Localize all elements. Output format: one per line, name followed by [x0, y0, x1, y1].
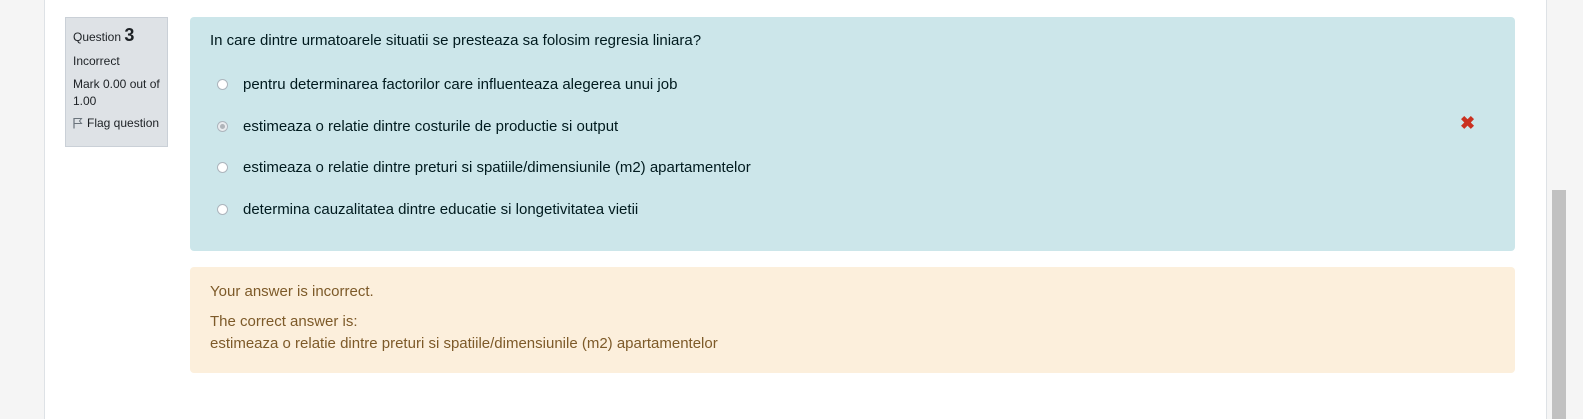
radio-button[interactable]: [217, 162, 228, 173]
answer-option-label: pentru determinarea factorilor care infl…: [243, 76, 678, 93]
question-number: Question 3: [73, 25, 160, 46]
scrollbar-thumb[interactable]: [1552, 190, 1566, 419]
answer-option-2[interactable]: estimeaza o relatie dintre costurile de …: [217, 118, 618, 135]
feedback-text: Your answer is incorrect.: [210, 283, 374, 300]
answer-option-label: estimeaza o relatie dintre preturi si sp…: [243, 159, 751, 176]
question-state: Incorrect: [73, 54, 120, 68]
radio-button-selected[interactable]: [217, 121, 228, 132]
flag-icon: [73, 118, 83, 129]
answer-option-3[interactable]: estimeaza o relatie dintre preturi si sp…: [217, 159, 751, 176]
answer-feedback: Your answer is incorrect. The correct an…: [190, 267, 1515, 373]
question-formulation: In care dintre urmatoarele situatii se p…: [190, 17, 1515, 251]
incorrect-icon: ✖: [1460, 113, 1476, 133]
radio-button[interactable]: [217, 204, 228, 215]
grade-line-1: Mark 0.00 out of: [73, 77, 160, 91]
correct-answer-label: The correct answer is:: [210, 313, 358, 330]
grade-line-2: 1.00: [73, 94, 97, 108]
answer-option-label: estimeaza o relatie dintre costurile de …: [243, 118, 619, 135]
flag-question-link[interactable]: Flag question: [73, 116, 160, 130]
question-label: Question: [73, 30, 122, 44]
question-text: In care dintre urmatoarele situatii se p…: [210, 32, 702, 49]
radio-button[interactable]: [217, 79, 228, 90]
answer-option-1[interactable]: pentru determinarea factorilor care infl…: [217, 76, 677, 93]
question-grade: Mark 0.00 out of 1.00: [73, 76, 160, 110]
question-info: Question 3 Incorrect Mark 0.00 out of 1.…: [65, 17, 168, 147]
correct-answer-text: estimeaza o relatie dintre preturi si sp…: [210, 335, 718, 352]
answer-option-4[interactable]: determina cauzalitatea dintre educatie s…: [217, 201, 638, 218]
flag-question-label: Flag question: [87, 116, 160, 130]
question-number-value: 3: [124, 25, 135, 45]
answer-option-label: determina cauzalitatea dintre educatie s…: [243, 201, 639, 218]
